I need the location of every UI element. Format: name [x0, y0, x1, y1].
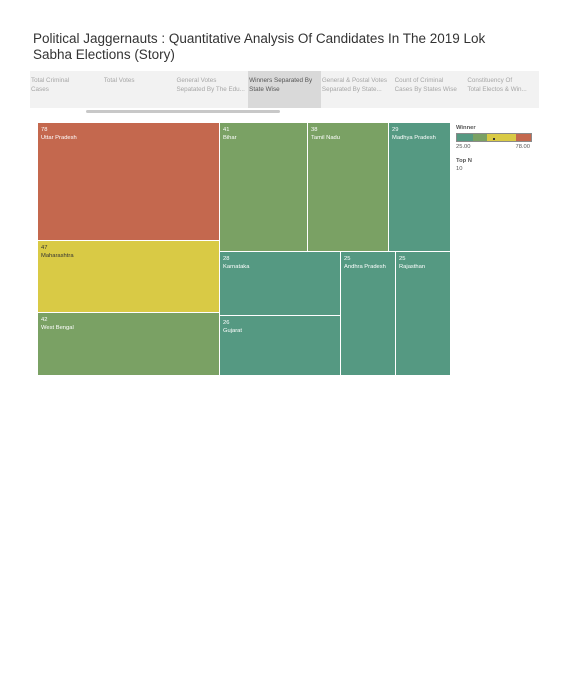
- treemap-cell-rajasthan[interactable]: 25 Rajasthan: [396, 252, 451, 376]
- cell-state: Bihar: [223, 135, 237, 141]
- treemap-cell-madhya-pradesh[interactable]: 29 Madhya Pradesh: [389, 123, 451, 252]
- treemap-cell-bihar[interactable]: 41 Bihar: [220, 123, 308, 252]
- legend-min: 25.00: [456, 144, 471, 150]
- cell-value: 78: [41, 127, 48, 133]
- cell-state: Uttar Pradesh: [41, 135, 77, 141]
- cell-state: Tamil Nadu: [311, 135, 340, 141]
- cell-state: Gujarat: [223, 328, 243, 334]
- cell-value: 41: [223, 127, 230, 133]
- tab-label: Cases: [31, 85, 49, 93]
- legend-max: 78.00: [515, 144, 530, 150]
- tab-label: Cases By States Wise: [394, 85, 457, 93]
- treemap-cell-karnataka[interactable]: 28 Karnataka: [220, 252, 341, 316]
- legend-swatch-green: [473, 134, 487, 141]
- treemap-cell-uttar-pradesh[interactable]: 78 Uttar Pradesh: [38, 123, 220, 241]
- tab-label: Total Criminal: [31, 77, 70, 84]
- topn-label: Top N: [456, 158, 472, 164]
- cell-value: 25: [399, 256, 406, 262]
- cell-state: West Bengal: [41, 325, 74, 331]
- tab-total-criminal-cases[interactable]: Total Criminal Cases: [30, 71, 103, 108]
- cell-state: Rajasthan: [399, 264, 426, 270]
- tab-label: Constituency Of: [467, 77, 513, 84]
- tab-label: State Wise: [249, 85, 280, 93]
- cell-value: 47: [41, 245, 48, 251]
- treemap-cell-maharashtra[interactable]: 47 Maharashtra: [38, 241, 220, 313]
- tab-label: Total Electos & Win...: [467, 85, 527, 93]
- tab-label: Sepatated By The Edu...: [176, 85, 245, 93]
- cell-value: 26: [223, 320, 230, 326]
- legend-title: Winner: [456, 125, 476, 131]
- story-title: Political Jaggernauts : Quantitative Ana…: [33, 31, 486, 62]
- treemap-cell-gujarat[interactable]: 26 Gujarat: [220, 316, 341, 376]
- tab-label: General & Postal Votes: [321, 77, 387, 84]
- cell-state: Madhya Pradesh: [392, 135, 436, 141]
- legend-color-ramp: [456, 133, 532, 142]
- cell-value: 29: [392, 127, 399, 133]
- cell-value: 28: [223, 256, 230, 262]
- legend-marker: [493, 138, 495, 140]
- tab-general-votes-education[interactable]: General Votes Sepatated By The Edu...: [175, 71, 248, 108]
- color-legend: Winner 25.00 78.00 Top N 10: [456, 125, 536, 172]
- tab-label: Total Votes: [103, 77, 135, 84]
- treemap-chart: 78 Uttar Pradesh 47 Maharashtra 42 West …: [38, 123, 451, 376]
- treemap-cell-west-bengal[interactable]: 42 West Bengal: [38, 313, 220, 376]
- story-tab-bar: Total Criminal Cases Total Votes General…: [30, 71, 539, 108]
- tab-criminal-cases-states[interactable]: Count of Criminal Cases By States Wise: [394, 71, 467, 108]
- tab-constituency-electors[interactable]: Constituency Of Total Electos & Win...: [466, 71, 539, 108]
- cell-state: Maharashtra: [41, 253, 74, 259]
- legend-swatch-teal: [457, 134, 474, 141]
- tab-general-postal-votes[interactable]: General & Postal Votes Separated By Stat…: [321, 71, 394, 108]
- tab-label: Count of Criminal: [394, 77, 444, 84]
- treemap-cell-andhra-pradesh[interactable]: 25 Andhra Pradesh: [341, 252, 396, 376]
- cell-value: 38: [311, 127, 318, 133]
- tab-scrollbar[interactable]: [86, 110, 280, 113]
- cell-state: Karnataka: [223, 264, 250, 270]
- tab-label: Separated By State...: [321, 85, 382, 93]
- tab-total-votes[interactable]: Total Votes: [103, 71, 176, 108]
- cell-value: 25: [344, 256, 351, 262]
- legend-swatch-yellow: [486, 134, 517, 141]
- legend-swatch-red: [516, 134, 531, 141]
- tab-label: General Votes: [176, 77, 217, 84]
- legend-range: 25.00 78.00: [456, 144, 530, 150]
- treemap-cell-tamil-nadu[interactable]: 38 Tamil Nadu: [308, 123, 389, 252]
- tab-label: Winners Separated By: [249, 77, 313, 84]
- topn-value[interactable]: 10: [456, 166, 536, 172]
- tab-winners-state-wise[interactable]: Winners Separated By State Wise: [248, 71, 321, 108]
- cell-value: 42: [41, 317, 48, 323]
- cell-state: Andhra Pradesh: [344, 264, 386, 270]
